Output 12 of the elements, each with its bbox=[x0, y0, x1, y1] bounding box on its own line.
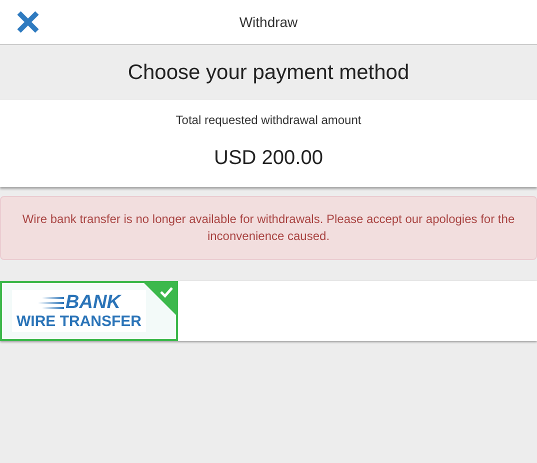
close-button[interactable] bbox=[16, 10, 40, 34]
payment-method-tile[interactable]: BANK WIRE TRANSFER bbox=[0, 281, 178, 341]
window-title: Withdraw bbox=[239, 14, 298, 30]
page-heading: Choose your payment method bbox=[128, 60, 410, 84]
close-icon bbox=[16, 10, 40, 34]
amount-label: Total requested withdrawal amount bbox=[176, 113, 362, 127]
speed-lines-icon bbox=[38, 296, 64, 308]
logo-text: BANK bbox=[66, 292, 120, 312]
check-corner-icon bbox=[144, 283, 176, 315]
amount-value: USD 200.00 bbox=[214, 147, 323, 170]
logo-subtext: WIRE TRANSFER bbox=[16, 312, 142, 330]
alert-message: Wire bank transfer is no longer available for withdrawals. Please accept our apologies for the inconvenience caused. bbox=[21, 211, 516, 245]
